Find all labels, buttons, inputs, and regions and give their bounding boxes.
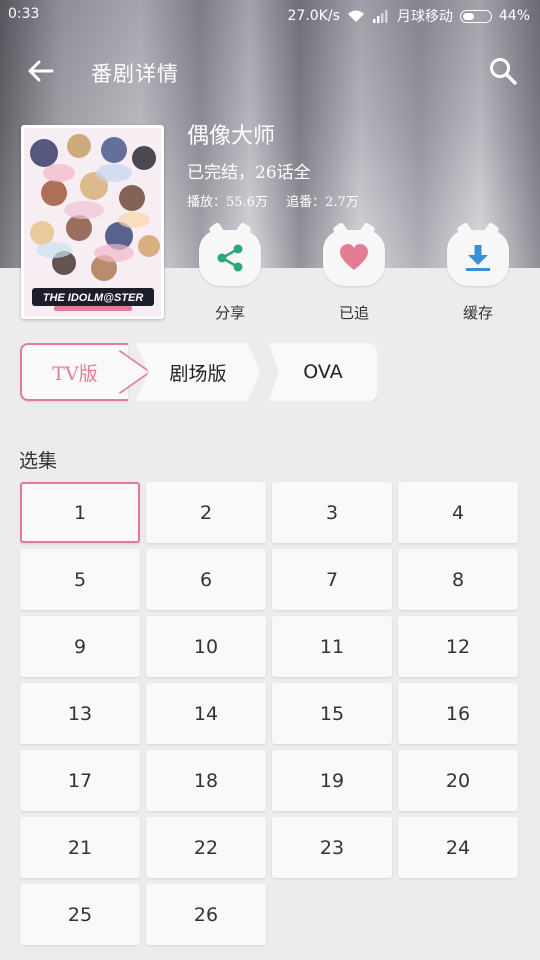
episode-button[interactable]: 21	[20, 817, 140, 878]
episode-button[interactable]: 14	[146, 683, 266, 744]
download-button[interactable]: 缓存	[438, 230, 518, 323]
status-right: 27.0K/s 月球移动 44%	[288, 6, 531, 26]
share-label: 分享	[214, 304, 245, 322]
episode-button[interactable]: 6	[146, 549, 266, 610]
episode-button[interactable]: 18	[146, 750, 266, 811]
share-icon-badge	[199, 230, 261, 286]
episode-button[interactable]: 5	[20, 549, 140, 610]
tab-tv-label: TV版	[52, 362, 98, 385]
episode-button[interactable]: 13	[20, 683, 140, 744]
wifi-icon	[347, 10, 364, 22]
follow-button[interactable]: 已追	[314, 230, 394, 323]
tab-movie-label: 剧场版	[169, 362, 227, 385]
action-bar: 分享 已追 缓存	[0, 230, 540, 330]
battery-icon	[459, 9, 492, 23]
episode-button[interactable]: 4	[398, 482, 518, 543]
version-tabs: TV版 剧场版 OVA	[20, 343, 540, 403]
share-icon	[217, 244, 243, 272]
status-bar: 0:33 27.0K/s 月球移动 44%	[0, 0, 540, 30]
download-icon	[466, 245, 490, 271]
signal-icon	[372, 10, 388, 23]
episode-button[interactable]: 10	[146, 616, 266, 677]
episode-section-title: 选集	[19, 450, 58, 472]
episode-button[interactable]: 25	[20, 884, 140, 945]
episode-button[interactable]: 23	[272, 817, 392, 878]
battery-fill	[462, 12, 474, 20]
episode-grid: 1 2 3 4 5 6 7 8 9 10 11 12 13 14 15 16 17 18 19 20 21 22 23 24 2…	[20, 482, 520, 945]
battery-percent: 44%	[498, 8, 530, 24]
episode-button[interactable]: 7	[272, 549, 392, 610]
episode-button[interactable]: 1	[20, 482, 140, 543]
anime-title: 偶像大师	[187, 124, 276, 149]
back-arrow-icon[interactable]	[24, 54, 58, 88]
search-icon[interactable]	[488, 56, 518, 86]
share-button[interactable]: 分享	[190, 230, 270, 323]
tab-ova-label: OVA	[303, 361, 343, 383]
episode-button[interactable]: 22	[146, 817, 266, 878]
follow-count: 追番：2.7万	[286, 195, 359, 210]
anime-stats: 播放：55.6万 追番：2.7万	[187, 191, 359, 210]
episode-button[interactable]: 8	[398, 549, 518, 610]
episode-button[interactable]: 9	[20, 616, 140, 677]
follow-label: 已追	[338, 304, 369, 322]
episode-button[interactable]: 15	[272, 683, 392, 744]
tab-movie[interactable]: 剧场版	[136, 343, 260, 401]
heart-icon	[340, 244, 368, 270]
carrier-name: 月球移动	[396, 9, 453, 25]
anime-status: 已完结，26话全	[187, 163, 311, 183]
episode-button[interactable]: 3	[272, 482, 392, 543]
page-title: 番剧详情	[91, 62, 179, 86]
play-count: 播放：55.6万	[187, 195, 268, 210]
episode-button[interactable]: 11	[272, 616, 392, 677]
tab-tv[interactable]: TV版	[20, 343, 152, 401]
heart-icon-badge	[323, 230, 385, 286]
episode-button[interactable]: 12	[398, 616, 518, 677]
download-icon-badge	[447, 230, 509, 286]
episode-button[interactable]: 20	[398, 750, 518, 811]
status-time: 0:33	[8, 6, 40, 22]
episode-button[interactable]: 16	[398, 683, 518, 744]
download-label: 缓存	[462, 304, 493, 322]
toolbar: 番剧详情	[0, 40, 540, 104]
episode-button[interactable]: 24	[398, 817, 518, 878]
episode-button[interactable]: 19	[272, 750, 392, 811]
tab-ova[interactable]: OVA	[269, 343, 377, 401]
anime-info: 偶像大师 已完结，26话全 播放：55.6万 追番：2.7万	[187, 118, 359, 210]
network-speed: 27.0K/s	[287, 8, 340, 24]
page: 0:33 27.0K/s 月球移动 44% 番剧详情 THE IDOLM@STE…	[0, 0, 540, 960]
episode-button[interactable]: 2	[146, 482, 266, 543]
episode-button[interactable]: 26	[146, 884, 266, 945]
episode-button[interactable]: 17	[20, 750, 140, 811]
